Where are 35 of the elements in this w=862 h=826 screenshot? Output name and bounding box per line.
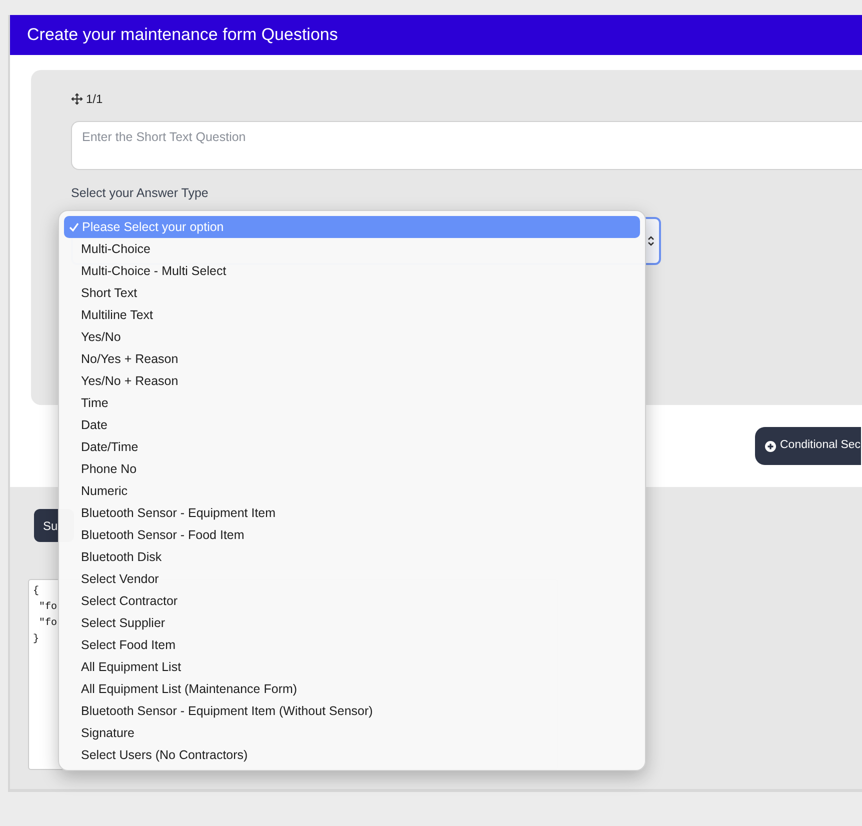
dropdown-option[interactable]: All Equipment List [64,656,640,678]
dropdown-option[interactable]: No/Yes + Reason [64,348,640,370]
dropdown-option[interactable]: Phone No [64,458,640,480]
dropdown-option[interactable]: Bluetooth Disk [64,546,640,568]
dropdown-option[interactable]: Date/Time [64,436,640,458]
header-title: Create your maintenance form Questions [27,24,338,46]
code-line: } [33,632,40,647]
code-line: "fo [38,600,58,615]
plus-circle-icon [765,440,776,452]
chevron-icon [647,234,655,247]
dropdown-option[interactable]: Select Supplier [64,612,640,634]
dropdown-option[interactable]: Select Contractor [64,590,640,612]
dropdown-option[interactable]: Yes/No + Reason [64,370,640,392]
code-line: { [33,584,40,599]
dropdown-option[interactable]: All Equipment List (Maintenance Form) [64,678,640,700]
question-counter: 1/1 [86,91,103,108]
question-input[interactable]: Enter the Short Text Question [71,121,862,170]
dropdown-option[interactable]: Select Food Item [64,634,640,656]
dropdown-option[interactable]: Signature [64,722,640,744]
conditional-section-button[interactable]: Conditional Sec [755,427,861,465]
dropdown-option[interactable]: Date [64,414,640,436]
dropdown-option[interactable]: Short Text [64,282,640,304]
answer-type-label: Select your Answer Type [71,185,210,202]
dropdown-option[interactable]: Yes/No [64,326,640,348]
dropdown-option[interactable]: Multi-Choice [64,238,640,260]
move-icon[interactable] [71,93,83,105]
dropdown-option[interactable]: Select Vendor [64,568,640,590]
checkmark-icon [69,222,79,232]
dropdown-option[interactable]: Time [64,392,640,414]
dropdown-option[interactable]: Multi-Choice - Multi Select [64,260,640,282]
dropdown-option[interactable]: Multiline Text [64,304,640,326]
code-line: "fo [38,616,58,631]
dropdown-option[interactable]: Select Users (No Contractors) [64,744,640,766]
dropdown-option[interactable]: Bluetooth Sensor - Equipment Item (Without Sensor) [64,700,640,722]
dropdown-option[interactable]: Numeric [64,480,640,502]
